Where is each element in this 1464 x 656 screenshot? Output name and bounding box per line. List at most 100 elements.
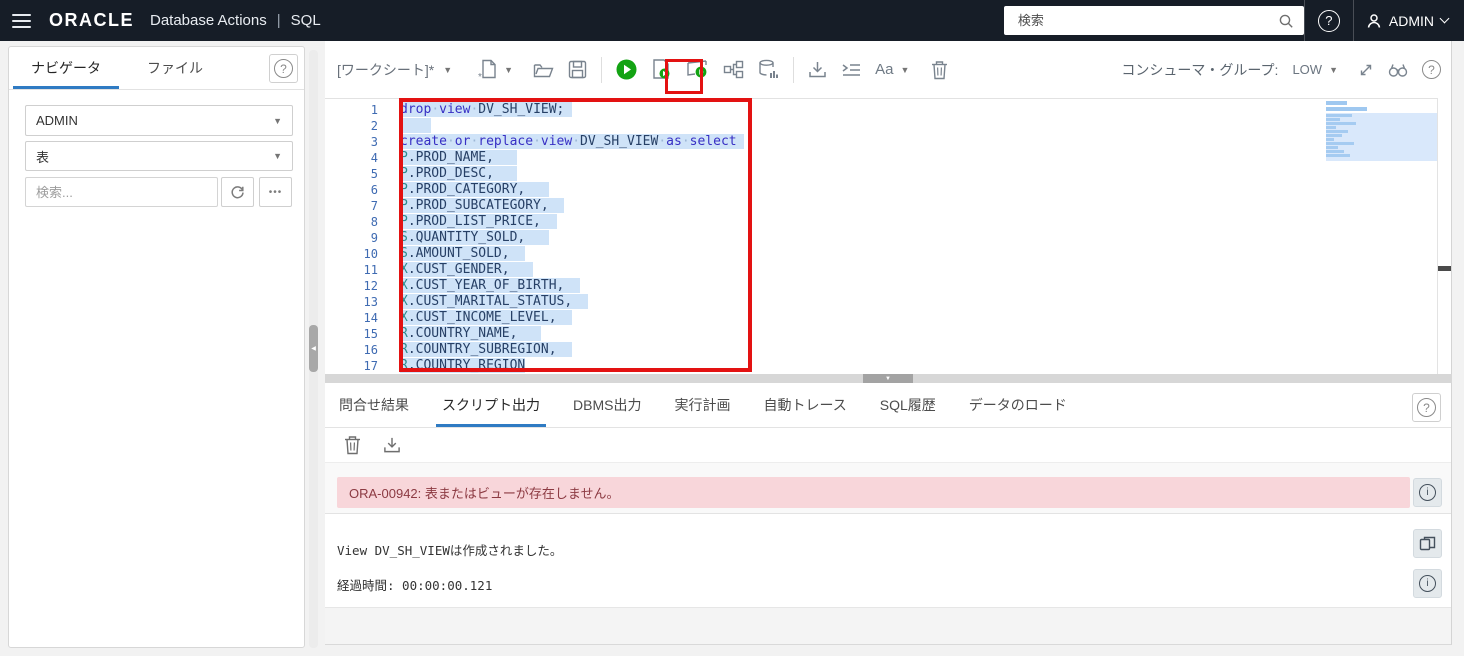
consumer-group-select[interactable]: LOW ▼: [1292, 62, 1338, 77]
database-chart-icon: [759, 59, 779, 78]
code-line[interactable]: 13 X.CUST_MARITAL_STATUS,: [325, 294, 1437, 310]
output-tab[interactable]: 自動トレース: [761, 383, 848, 427]
help-icon: ?: [274, 59, 293, 78]
top-header: ORACLE Database Actions | SQL ?: [0, 0, 1464, 41]
line-number: 13: [363, 295, 378, 309]
more-options-button[interactable]: •••: [259, 177, 292, 207]
line-number: 17: [363, 359, 378, 373]
code-line[interactable]: 4 P.PROD_NAME,: [325, 150, 1437, 166]
new-worksheet-button[interactable]: * ▼: [478, 59, 513, 81]
output-tab[interactable]: データのロード: [967, 383, 1069, 427]
code-line[interactable]: 6 P.PROD_CATEGORY,: [325, 182, 1437, 198]
search-icon: [1279, 14, 1293, 28]
code-line[interactable]: 17 R.COUNTRY_REGION: [325, 358, 1437, 374]
code-line[interactable]: 11 X.CUST_GENDER,: [325, 262, 1437, 278]
line-number: 8: [370, 215, 378, 229]
module-title: SQL: [290, 12, 321, 29]
line-number: 16: [363, 343, 378, 357]
editor-minimap[interactable]: [1326, 101, 1437, 161]
code-line[interactable]: 1 drop·view·DV_SH_VIEW;: [325, 102, 1437, 118]
caret-down-icon: ▼: [1329, 64, 1338, 75]
save-button[interactable]: [568, 60, 587, 79]
download-output-button[interactable]: [383, 436, 401, 454]
panel-collapse-handle[interactable]: ▼: [863, 374, 913, 383]
info-icon: i: [1419, 484, 1436, 501]
code-line[interactable]: 3 create·or·replace·view·DV_SH_VIEW·as·se…: [325, 134, 1437, 150]
hamburger-menu-icon[interactable]: [12, 13, 31, 28]
code-line[interactable]: 9 S.QUANTITY_SOLD,: [325, 230, 1437, 246]
line-number: 12: [363, 279, 378, 293]
clear-worksheet-button[interactable]: [931, 60, 948, 80]
info-icon: i: [1419, 575, 1436, 592]
run-statement-button[interactable]: [616, 59, 637, 80]
error-info-button[interactable]: i: [1413, 478, 1442, 507]
code-line[interactable]: 8 P.PROD_LIST_PRICE,: [325, 214, 1437, 230]
line-number: 3: [370, 135, 378, 149]
download-icon: [809, 62, 826, 78]
download-button[interactable]: [808, 60, 827, 79]
navigator-sidebar: ナビゲータ ファイル ? ADMIN ▼ 表 ▼ •••: [8, 46, 305, 648]
schema-select[interactable]: ADMIN ▼: [25, 105, 293, 136]
line-number: 11: [363, 263, 378, 277]
run-script-icon: [653, 59, 670, 79]
binoculars-icon: [1388, 63, 1408, 77]
worksheet-help-button[interactable]: ?: [1422, 60, 1441, 79]
trash-icon: [345, 436, 360, 455]
chevron-down-icon: [1439, 13, 1450, 24]
refresh-button[interactable]: [221, 177, 254, 207]
find-button[interactable]: [1388, 62, 1408, 78]
header-help-button[interactable]: ?: [1305, 0, 1353, 41]
output-help-button[interactable]: ?: [1412, 393, 1441, 422]
explain-plan-icon: [687, 60, 707, 78]
expand-icon: [1360, 64, 1372, 75]
output-tab[interactable]: スクリプト出力: [436, 383, 546, 427]
format-button[interactable]: [841, 62, 861, 78]
sql-editor[interactable]: 1 drop·view·DV_SH_VIEW; 2 3 create·or·repl…: [325, 98, 1437, 374]
copy-icon: [1419, 536, 1436, 551]
consumer-group-label: コンシューマ・グループ:: [1121, 61, 1279, 78]
user-icon: [1367, 13, 1381, 28]
code-line[interactable]: 14 X.CUST_INCOME_LEVEL,: [325, 310, 1437, 326]
navigator-search-input[interactable]: [25, 177, 218, 207]
output-tab[interactable]: 実行計画: [672, 383, 732, 427]
refresh-icon: [231, 185, 244, 198]
diagram-icon: [723, 60, 744, 79]
editor-scrollbar-thumb[interactable]: [1438, 266, 1451, 271]
worksheet-selector[interactable]: [ワークシート]* ▼: [337, 60, 452, 80]
sidebar-splitter[interactable]: ◀: [309, 50, 318, 648]
output-tab[interactable]: SQL履歴: [878, 383, 938, 427]
tab-files[interactable]: ファイル: [141, 47, 209, 89]
code-line[interactable]: 15 R.COUNTRY_NAME,: [325, 326, 1437, 342]
sql-editor-lines: 1 drop·view·DV_SH_VIEW; 2 3 create·or·repl…: [325, 102, 1437, 374]
code-line[interactable]: 16 R.COUNTRY_SUBREGION,: [325, 342, 1437, 358]
query-stats-button[interactable]: [758, 59, 779, 80]
run-script-button[interactable]: [651, 58, 672, 81]
global-search-input[interactable]: [1003, 6, 1304, 35]
sidebar-help-button[interactable]: ?: [269, 54, 298, 83]
database-actions-app: ORACLE Database Actions | SQL ?: [0, 0, 1464, 656]
copy-output-button[interactable]: [1413, 529, 1442, 558]
help-icon: ?: [1317, 9, 1340, 32]
code-line[interactable]: 7 P.PROD_SUBCATEGORY,: [325, 198, 1437, 214]
open-file-button[interactable]: [533, 61, 554, 79]
clear-output-button[interactable]: [344, 435, 361, 455]
explain-plan-button[interactable]: [686, 59, 709, 80]
expand-editor-button[interactable]: [1358, 62, 1374, 78]
autotrace-button[interactable]: [723, 60, 744, 79]
text-case-button[interactable]: Aa ▼: [875, 61, 909, 78]
user-menu[interactable]: ADMIN: [1354, 0, 1450, 41]
line-number: 7: [370, 199, 378, 213]
code-line[interactable]: 12 X.CUST_YEAR_OF_BIRTH,: [325, 278, 1437, 294]
code-line[interactable]: 5 P.PROD_DESC,: [325, 166, 1437, 182]
code-line[interactable]: 2: [325, 118, 1437, 134]
output-tab[interactable]: DBMS出力: [571, 383, 643, 427]
help-icon: ?: [1422, 60, 1441, 79]
code-line[interactable]: 10 S.AMOUNT_SOLD,: [325, 246, 1437, 262]
panel-splitter[interactable]: ▼: [325, 374, 1452, 383]
output-tab[interactable]: 問合せ結果: [337, 383, 411, 427]
tab-navigator[interactable]: ナビゲータ: [13, 47, 119, 89]
message-info-button[interactable]: i: [1413, 569, 1442, 598]
sidebar-collapse-handle[interactable]: ◀: [309, 325, 318, 372]
caret-down-icon: ▼: [273, 151, 282, 161]
object-type-select[interactable]: 表 ▼: [25, 141, 293, 171]
